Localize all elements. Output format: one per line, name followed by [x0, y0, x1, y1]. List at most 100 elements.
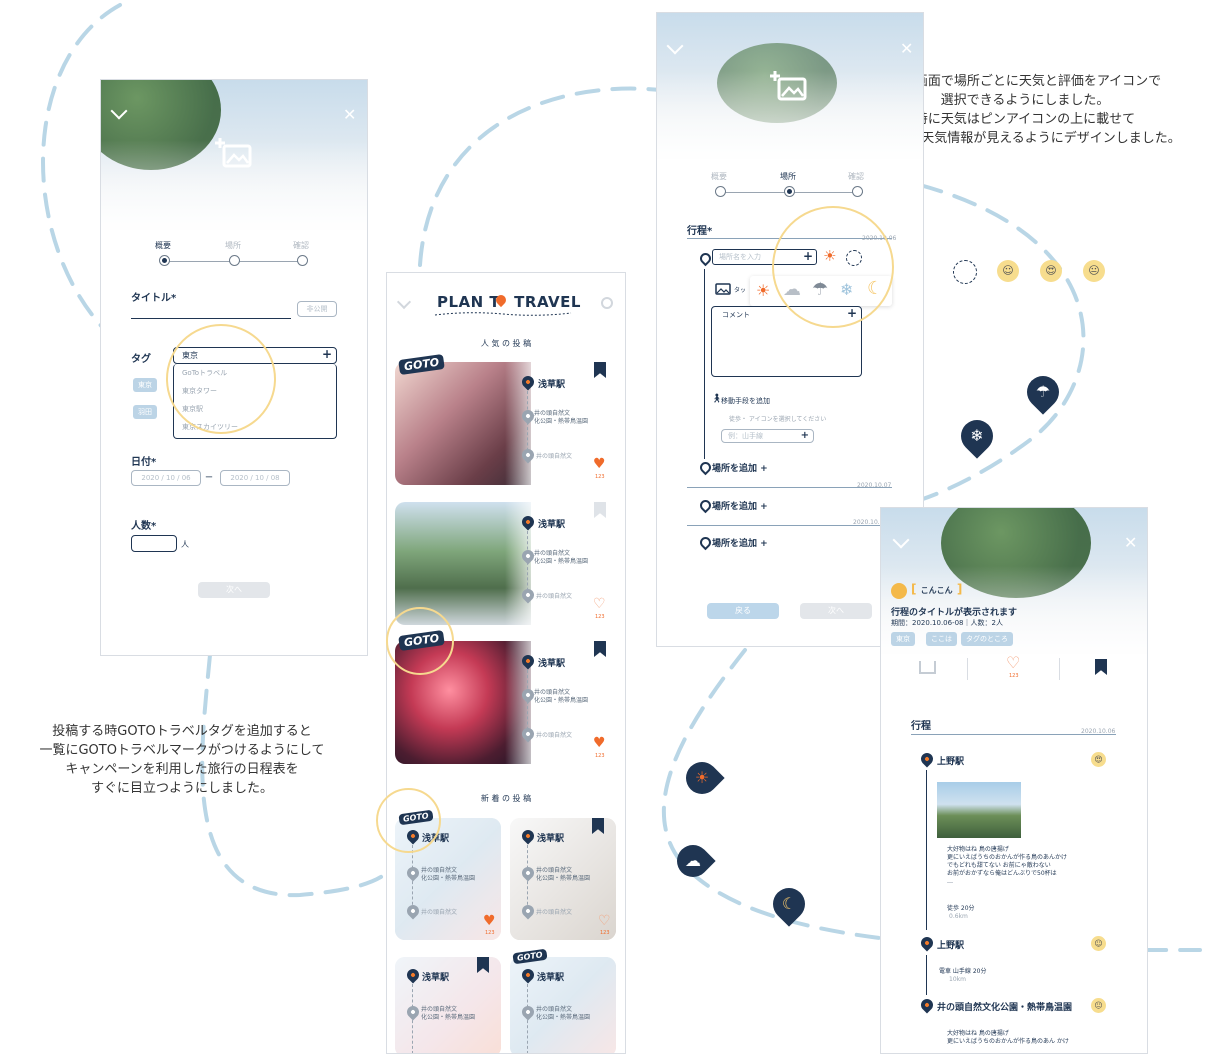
- step-dot-place: [784, 186, 795, 197]
- post-detail-screen: ✕ [ こんこん ] 行程のタイトルが表示されます 期間：2020.10.06-…: [880, 507, 1148, 1054]
- post-card-small[interactable]: 浅草駅 井の頭自然文 化公園・熱帯鳥温園: [395, 957, 501, 1053]
- close-icon[interactable]: ✕: [1124, 535, 1137, 551]
- add-image-icon[interactable]: [214, 136, 254, 170]
- add-image-icon[interactable]: [769, 69, 809, 103]
- step-label-overview: 概要: [155, 241, 171, 250]
- pin-sun-icon: ☀: [679, 755, 725, 801]
- app-logo: PLAN T TRAVEL: [437, 292, 581, 311]
- post-card[interactable]: 浅草駅 井の頭自然文 化公園・熱帯鳥温園 井の頭自然文 ♡ 123: [395, 502, 615, 625]
- post-card-title: 浅草駅: [537, 973, 565, 983]
- date-label: 日付*: [131, 457, 157, 468]
- people-input[interactable]: [131, 535, 177, 552]
- username[interactable]: [ こんこん ]: [911, 582, 962, 596]
- cover-image-area[interactable]: ✕: [101, 80, 367, 230]
- post-card-stop: 井の頭自然文 化公園・熱帯鳥温園: [534, 689, 589, 704]
- stop-name: 井の頭自然文化公園・熱帯鳥温園: [937, 1003, 1073, 1013]
- post-card-small[interactable]: 浅草駅 井の頭自然文 化公園・熱帯鳥温園 井の頭自然文 ♡ 123: [510, 818, 616, 940]
- face-neutral-icon: 😐: [1091, 998, 1106, 1013]
- search-icon[interactable]: [601, 297, 613, 309]
- add-place-button[interactable]: 場所を追加 +: [712, 461, 768, 474]
- step-dot-place: [229, 255, 240, 266]
- trip-tag[interactable]: ここは: [926, 632, 957, 646]
- comment-label: コメント: [722, 311, 750, 319]
- add-transport-icon[interactable]: +: [801, 430, 809, 442]
- weather-pin-icon: [918, 996, 936, 1014]
- post-card-small[interactable]: 浅草駅 井の頭自然文 化公園・熱帯鳥温園: [510, 957, 616, 1053]
- trip-tag[interactable]: 東京: [891, 632, 915, 646]
- location-pin-icon: [697, 250, 714, 267]
- step-dot-overview: [159, 255, 170, 266]
- face-smile-icon: ☺: [1091, 936, 1106, 951]
- step-label-overview: 概要: [711, 172, 727, 181]
- walk-distance: 0.6km: [949, 913, 968, 920]
- chevron-down-icon[interactable]: [892, 531, 910, 549]
- date-label: 2020.10.06: [1081, 728, 1116, 735]
- like-count: 123: [485, 930, 495, 936]
- post-card-stop: 井の頭自然文: [536, 732, 573, 739]
- trip-meta: 期間：2020.10.06-08｜人数：2人: [891, 619, 1003, 627]
- heart-icon[interactable]: ♥: [483, 914, 496, 928]
- heart-outline-icon[interactable]: ♡: [1006, 655, 1020, 671]
- transport-input[interactable]: 例：山手線 +: [721, 429, 814, 443]
- date-to-input[interactable]: 2020 / 10 / 08: [220, 470, 290, 486]
- logo-text-left: PLAN T: [437, 293, 501, 311]
- step-dot-overview: [715, 186, 726, 197]
- share-icon[interactable]: [919, 661, 936, 674]
- cover-image: ✕ [ こんこん ] 行程のタイトルが表示されます 期間：2020.10.06-…: [881, 508, 1147, 654]
- sun-icon[interactable]: ☀: [756, 281, 770, 300]
- heart-outline-icon[interactable]: ♡: [593, 597, 606, 611]
- heart-icon[interactable]: ♥: [593, 736, 606, 750]
- step-label-place: 場所: [225, 241, 241, 250]
- date-from-input[interactable]: 2020 / 10 / 06: [131, 470, 201, 486]
- image-icon[interactable]: [713, 281, 731, 295]
- cover-image-area[interactable]: ✕: [657, 13, 923, 159]
- train-info: 電車 山手線 20分: [939, 968, 987, 975]
- back-button[interactable]: 戻る: [707, 603, 779, 619]
- tag-hint: タッ: [734, 287, 747, 294]
- like-count: 123: [1009, 673, 1019, 679]
- next-button[interactable]: 次へ: [198, 582, 270, 598]
- close-icon[interactable]: ✕: [343, 107, 356, 123]
- title-input[interactable]: [131, 318, 291, 319]
- post-card-stop: 井の頭自然文 化公園・熱帯鳥温園: [536, 1006, 591, 1021]
- step-label-place: 場所: [780, 172, 796, 181]
- date-label: 2020.10.07: [857, 482, 892, 489]
- stop-comment: 大好物はね 鳥の唐揚げ 更にいえばうちのおかんが作る鳥のあんかけ でもどれも甜て…: [947, 846, 1068, 885]
- pin-snow-icon: ❄: [954, 413, 1000, 459]
- weather-pin-icon: [918, 934, 936, 952]
- chevron-down-icon[interactable]: [396, 294, 412, 310]
- post-card-stop: 井の頭自然文 化公園・熱帯鳥温園: [534, 410, 589, 425]
- weather-placeholder-icon: [953, 260, 977, 284]
- step-label-confirm: 確認: [293, 241, 309, 250]
- trip-tag[interactable]: タグのところ: [961, 632, 1013, 646]
- post-card-title: 浅草駅: [538, 380, 566, 390]
- bookmark-icon[interactable]: [1095, 659, 1107, 675]
- transport-hint: 徒歩・ アイコンを選択してください: [729, 416, 827, 423]
- heart-outline-icon[interactable]: ♡: [598, 914, 611, 928]
- people-label: 人数*: [131, 521, 157, 532]
- post-card-stop: 井の頭自然文 化公園・熱帯鳥温園: [421, 1006, 476, 1021]
- add-place-button[interactable]: 場所を追加 +: [712, 499, 768, 512]
- post-card-title: 浅草駅: [537, 834, 565, 844]
- face-neutral-icon: 😐: [1083, 260, 1105, 282]
- add-transport-label[interactable]: 移動手段を追加: [721, 396, 770, 406]
- stop-name: 上野駅: [937, 757, 965, 767]
- post-card-stop: 井の頭自然文: [536, 909, 573, 916]
- post-card[interactable]: 浅草駅 井の頭自然文 化公園・熱帯鳥温園 井の頭自然文 ♥ 123: [395, 362, 615, 485]
- close-icon[interactable]: ✕: [900, 41, 913, 57]
- post-card-title: 浅草駅: [538, 659, 566, 669]
- add-place-button[interactable]: 場所を追加 +: [712, 536, 768, 549]
- tag-label: タグ: [131, 354, 151, 365]
- next-button[interactable]: 次へ: [800, 603, 872, 619]
- highlight-circle: [166, 324, 276, 434]
- chevron-down-icon[interactable]: [666, 37, 684, 55]
- private-button[interactable]: 非公開: [297, 301, 337, 317]
- post-card-stop: 井の頭自然文 化公園・熱帯鳥温園: [536, 867, 591, 882]
- location-pin-icon: [697, 497, 714, 514]
- add-tag-icon[interactable]: +: [322, 347, 332, 361]
- tag-chip[interactable]: 東京: [133, 378, 157, 392]
- heart-icon[interactable]: ♥: [593, 457, 606, 471]
- tag-chip[interactable]: 羽田: [133, 405, 157, 419]
- avatar[interactable]: [891, 583, 907, 599]
- stop-comment: 大好物はね 鳥の唐揚げ 更にいえばうちのおかんが作る鳥のあん かけ: [947, 1030, 1069, 1045]
